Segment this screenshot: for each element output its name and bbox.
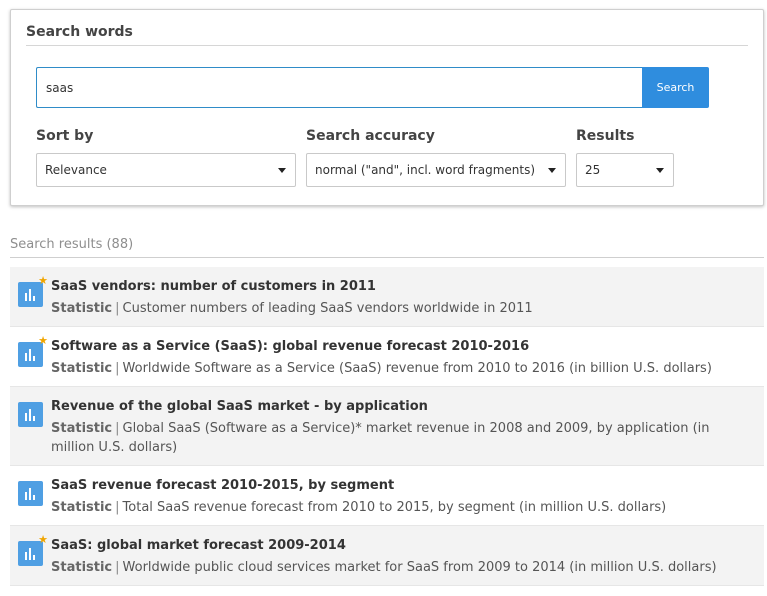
star-icon: ★ <box>38 533 48 546</box>
separator: | <box>115 560 120 575</box>
result-type: Statistic <box>51 560 113 575</box>
separator: | <box>115 301 120 316</box>
result-title[interactable]: SaaS: global market forecast 2009-2014 <box>51 537 754 554</box>
result-item[interactable]: ★ Software as a Service (SaaS): global r… <box>10 327 764 387</box>
result-title[interactable]: Software as a Service (SaaS): global rev… <box>51 338 754 355</box>
result-description: Statistic | Worldwide Software as a Servic… <box>51 359 754 378</box>
result-title[interactable]: Revenue of the global SaaS market - by a… <box>51 398 754 415</box>
caret-down-icon <box>656 168 664 173</box>
results-list: ★ SaaS vendors: number of customers in 2… <box>10 267 764 586</box>
result-description: Statistic | Total SaaS revenue forecast fr… <box>51 498 754 517</box>
result-description: Statistic | Customer numbers of leading Sa… <box>51 299 754 318</box>
result-item[interactable]: SaaS revenue forecast 2010-2015, by segm… <box>10 466 764 526</box>
search-heading: Search words <box>26 24 133 40</box>
result-description: Statistic | Worldwide public cloud service… <box>51 558 754 577</box>
star-icon: ★ <box>38 334 48 347</box>
search-panel: Search words Search Sort by Relevance Se… <box>10 9 764 206</box>
results-per-page-label: Results <box>576 128 635 144</box>
result-type: Statistic <box>51 421 113 436</box>
sort-by-value: Relevance <box>45 163 107 177</box>
bar-chart-icon <box>18 481 43 506</box>
result-item[interactable]: ★ SaaS vendors: number of customers in 2… <box>10 267 764 327</box>
star-icon: ★ <box>38 274 48 287</box>
separator: | <box>115 500 120 515</box>
sort-by-label: Sort by <box>36 128 94 144</box>
result-description-text: Global SaaS (Software as a Service)* mar… <box>51 421 710 455</box>
bar-chart-icon <box>18 402 43 427</box>
result-description-text: Customer numbers of leading SaaS vendors… <box>122 301 533 316</box>
result-description-text: Total SaaS revenue forecast from 2010 to… <box>122 500 667 515</box>
divider <box>10 257 764 258</box>
search-accuracy-value: normal ("and", incl. word fragments) <box>315 163 536 177</box>
result-type: Statistic <box>51 301 113 316</box>
bar-chart-icon: ★ <box>18 275 48 307</box>
result-title[interactable]: SaaS revenue forecast 2010-2015, by segm… <box>51 477 754 494</box>
search-results-count: Search results (88) <box>10 237 134 252</box>
search-input[interactable] <box>36 67 642 108</box>
result-description-text: Worldwide Software as a Service (SaaS) r… <box>122 361 712 376</box>
separator: | <box>115 361 120 376</box>
separator: | <box>115 421 120 436</box>
caret-down-icon <box>278 168 286 173</box>
caret-down-icon <box>548 168 556 173</box>
result-type: Statistic <box>51 500 113 515</box>
result-description: Statistic | Global SaaS (Software as a Ser… <box>51 419 754 457</box>
result-description-text: Worldwide public cloud services market f… <box>122 560 717 575</box>
result-type: Statistic <box>51 361 113 376</box>
results-per-page-value: 25 <box>585 163 601 177</box>
results-per-page-select[interactable]: 25 <box>576 153 674 187</box>
bar-chart-icon: ★ <box>18 534 48 566</box>
result-item[interactable]: ★ SaaS: global market forecast 2009-2014… <box>10 526 764 586</box>
search-button[interactable]: Search <box>642 67 709 108</box>
sort-by-select[interactable]: Relevance <box>36 153 296 187</box>
result-title[interactable]: SaaS vendors: number of customers in 201… <box>51 278 754 295</box>
result-item[interactable]: Revenue of the global SaaS market - by a… <box>10 387 764 466</box>
search-accuracy-select[interactable]: normal ("and", incl. word fragments) <box>306 153 566 187</box>
bar-chart-icon: ★ <box>18 335 48 367</box>
divider <box>26 45 748 46</box>
search-accuracy-label: Search accuracy <box>306 128 435 144</box>
